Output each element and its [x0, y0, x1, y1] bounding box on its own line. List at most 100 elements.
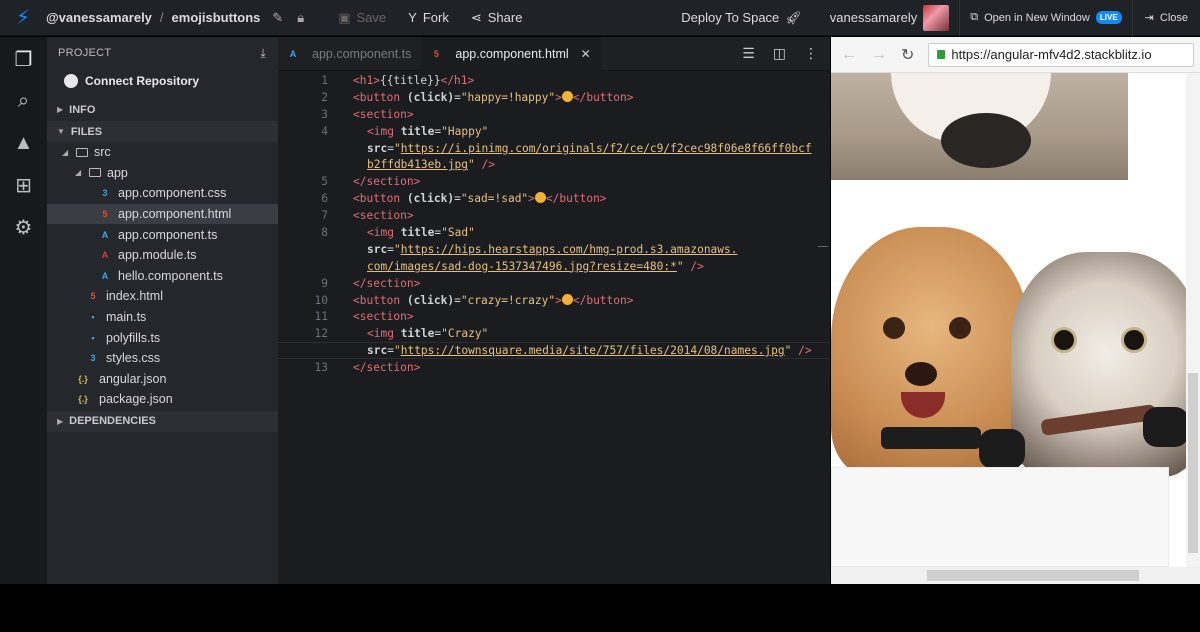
gear-icon[interactable]: ⚙ [12, 215, 36, 239]
fork-label: Fork [422, 10, 449, 25]
connect-repository-button[interactable]: Connect Repository [47, 69, 278, 93]
fork-icon: Y [408, 10, 417, 25]
vertical-scrollbar[interactable] [1186, 73, 1200, 567]
tab-app-component-html[interactable]: 5 app.component.html ✕ [421, 36, 601, 71]
forward-icon[interactable]: → [871, 46, 887, 64]
project-sidebar: PROJECT ⤓ Connect Repository ▶ INFO ▼ FI… [47, 37, 278, 584]
open-new-window-button[interactable]: ⧉ Open in New Window LIVE [960, 11, 1131, 24]
code-line: src="https://hips.hearstapps.com/hmg-pro… [278, 242, 830, 259]
scroll-thumb[interactable] [1188, 373, 1198, 553]
username-link[interactable]: @vanessamarely [46, 10, 152, 25]
share-button[interactable]: ⋖ Share [471, 10, 523, 26]
section-files[interactable]: ▼ FILES [47, 121, 278, 142]
paw [1143, 407, 1189, 447]
deploy-button[interactable]: Deploy To Space 🚀︎ [681, 10, 802, 26]
tree-file[interactable]: ▪ main.ts [47, 307, 278, 328]
code-line: 5 </section> [278, 174, 830, 191]
tree-label: app [107, 165, 128, 180]
editor-tabs: A app.component.ts 5 app.component.html … [278, 36, 830, 71]
tree-file[interactable]: A hello.component.ts [47, 266, 278, 287]
tree-file-selected[interactable]: 5 app.component.html [47, 203, 278, 225]
more-icon[interactable]: ⋮ [804, 45, 818, 62]
user-menu[interactable]: vanessamarely [830, 4, 950, 31]
code-line: 3 <section> [278, 107, 830, 124]
browser-toolbar: ← → ↻ https://angular-mfv4d2.stackblitz.… [831, 37, 1200, 73]
tree-file[interactable]: A app.component.ts [47, 224, 278, 245]
angular-file-icon: A [289, 48, 297, 59]
section-files-label: FILES [70, 125, 103, 138]
tree-folder-src[interactable]: ◢ src [47, 142, 278, 163]
code-text: <img title="Crazy" [367, 327, 489, 341]
fork-button[interactable]: Y Fork [408, 10, 449, 25]
line-number: 13 [314, 361, 328, 375]
tree-file[interactable]: {.} angular.json [47, 369, 278, 390]
ts-file-icon: ▪ [91, 332, 95, 343]
tree-file[interactable]: 5 index.html [47, 286, 278, 307]
code-line: 10 <button (click)="crazy=!crazy"> </butto… [278, 293, 830, 310]
css-file-icon: 3 [90, 353, 96, 364]
close-tab-icon[interactable]: ✕ [581, 47, 591, 61]
line-number: 12 [314, 327, 328, 341]
line-number: 5 [321, 175, 328, 189]
angular-file-icon: A [101, 229, 109, 240]
tab-app-component-ts[interactable]: A app.component.ts [278, 37, 421, 71]
code-text: <section> [353, 310, 414, 324]
happy-dog-image [831, 73, 1128, 180]
tree-label: main.ts [106, 310, 147, 325]
tree-file[interactable]: A app.module.ts [47, 245, 278, 266]
back-icon[interactable]: ← [841, 46, 857, 64]
pencil-icon[interactable]: ✎ [272, 10, 283, 26]
chevron-down-icon: ◢ [75, 168, 82, 178]
html-file-icon: 5 [433, 48, 439, 59]
code-editor[interactable]: 1 <h1>{{title}}</h1> 2 <button (click)="ha… [278, 71, 830, 584]
lock-icon[interactable]: 🔒︎ [297, 10, 304, 26]
horizontal-scrollbar[interactable] [831, 567, 1200, 584]
code-text: <img title="Sad" [367, 226, 475, 240]
close-preview-button[interactable]: ⇥ Close [1133, 11, 1200, 25]
code-line: src="https://i.pinimg.com/originals/f2/c… [278, 141, 830, 158]
reload-icon[interactable]: ↻ [901, 45, 914, 65]
angular-file-icon: A [101, 250, 109, 261]
files-icon[interactable]: ❐ [12, 47, 36, 71]
chevron-right-icon: ▶ [57, 416, 64, 426]
search-icon[interactable]: ⌕ [12, 89, 36, 113]
code-lines: 1 <h1>{{title}}</h1> 2 <button (click)="ha… [278, 71, 830, 377]
cat-eye [1051, 327, 1077, 353]
code-text: src="https://townsquare.media/site/757/f… [367, 344, 812, 358]
download-icon[interactable]: ⤓ [260, 46, 266, 61]
tree-file[interactable]: {.} package.json [47, 389, 278, 410]
code-text: </section> [353, 276, 421, 290]
tree-file[interactable]: 3 app.component.css [47, 183, 278, 204]
section-dependencies[interactable]: ▶ DEPENDENCIES [47, 410, 278, 432]
tree-file[interactable]: ▪ polyfills.ts [47, 327, 278, 348]
code-line: 12 <img title="Crazy" [278, 326, 830, 343]
chevron-down-icon: ▼ [57, 127, 65, 136]
code-text: <section> [353, 107, 414, 121]
section-info[interactable]: ▶ INFO [47, 99, 278, 120]
tree-folder-app[interactable]: ◢ app [47, 163, 278, 184]
dog-eye [883, 317, 905, 339]
tree-label: app.component.css [118, 186, 227, 201]
close-icon: ⇥ [1144, 12, 1154, 24]
save-label: Save [356, 10, 387, 25]
scroll-thumb[interactable] [927, 570, 1139, 581]
split-view-icon[interactable]: ◫ [773, 45, 786, 62]
save-button[interactable]: ▣ Save [338, 10, 386, 26]
line-number: 1 [321, 74, 328, 87]
code-text: </section> [353, 175, 421, 189]
extensions-icon[interactable]: ⊞ [12, 173, 36, 197]
firebase-icon[interactable]: ▲ [12, 131, 36, 155]
tree-label: src [94, 145, 111, 160]
tree-label: styles.css [106, 351, 161, 366]
project-name[interactable]: emojisbuttons [172, 10, 261, 25]
section-dependencies-label: DEPENDENCIES [69, 415, 156, 428]
url-bar[interactable]: https://angular-mfv4d2.stackblitz.io [928, 42, 1194, 67]
tree-file[interactable]: 3 styles.css [47, 348, 278, 369]
bolt-icon[interactable]: ⚡ [0, 0, 46, 36]
line-number: 7 [321, 209, 328, 223]
blank-board [831, 467, 1169, 567]
dog-nose [941, 113, 1031, 168]
tab-label: app.component.ts [312, 46, 412, 61]
code-text: <h1>{{title}}</h1> [353, 74, 475, 87]
format-icon[interactable]: ☰ [742, 45, 755, 62]
